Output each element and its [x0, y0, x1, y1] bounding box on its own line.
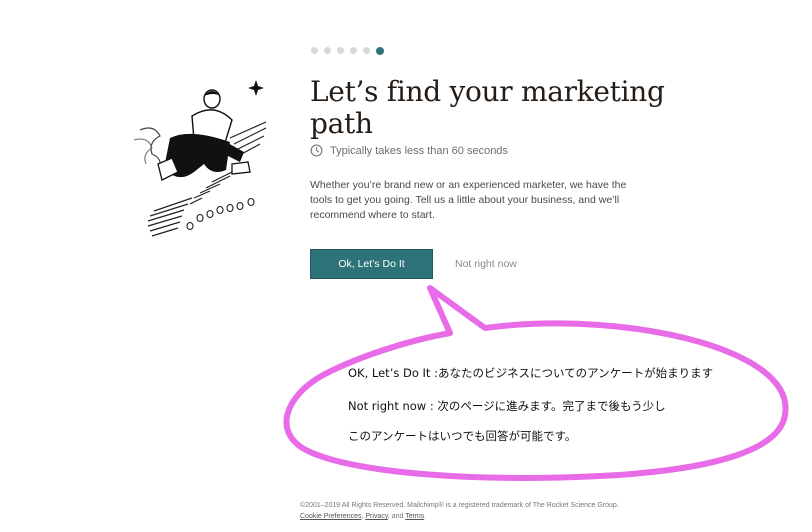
footer-links: Cookie Preferences, Privacy, and Terms.: [300, 511, 619, 522]
annotation-line-1: OK, Let’s Do It :あなたのビジネスについてのアンケートが始まりま…: [348, 366, 714, 380]
annotation-line-2: Not right now : 次のページに進みます。完了まで後もう少し: [348, 399, 666, 413]
footer: ©2001–2019 All Rights Reserved. Mailchim…: [300, 500, 619, 522]
page-title: Let’s find your marketing path: [310, 75, 665, 140]
progress-dot: [350, 47, 357, 54]
timing-info: Typically takes less than 60 seconds: [310, 144, 508, 157]
privacy-link[interactable]: Privacy: [365, 513, 387, 520]
progress-dot: [363, 47, 370, 54]
footer-copyright: ©2001–2019 All Rights Reserved. Mailchim…: [300, 502, 619, 509]
progress-dot: [324, 47, 331, 54]
ok-lets-do-it-button[interactable]: Ok, Let’s Do It: [310, 249, 433, 279]
progress-dots: [311, 46, 384, 55]
sparkle-icon: [248, 80, 264, 96]
timing-text: Typically takes less than 60 seconds: [330, 144, 508, 157]
footer-period: .: [424, 513, 427, 520]
progress-dot: [337, 47, 344, 54]
annotation-line-3: このアンケートはいつでも回答が可能です。: [348, 429, 577, 443]
progress-dot-active: [376, 46, 384, 55]
footer-separator: , and: [387, 513, 406, 520]
hero-illustration: [133, 80, 267, 237]
not-right-now-link[interactable]: Not right now: [455, 258, 517, 270]
cookie-preferences-link[interactable]: Cookie Preferences: [300, 513, 361, 520]
terms-link[interactable]: Terms: [405, 513, 424, 520]
description: Whether you’re brand new or an experienc…: [310, 179, 627, 221]
clock-icon: [310, 144, 323, 157]
progress-dot: [311, 47, 318, 54]
